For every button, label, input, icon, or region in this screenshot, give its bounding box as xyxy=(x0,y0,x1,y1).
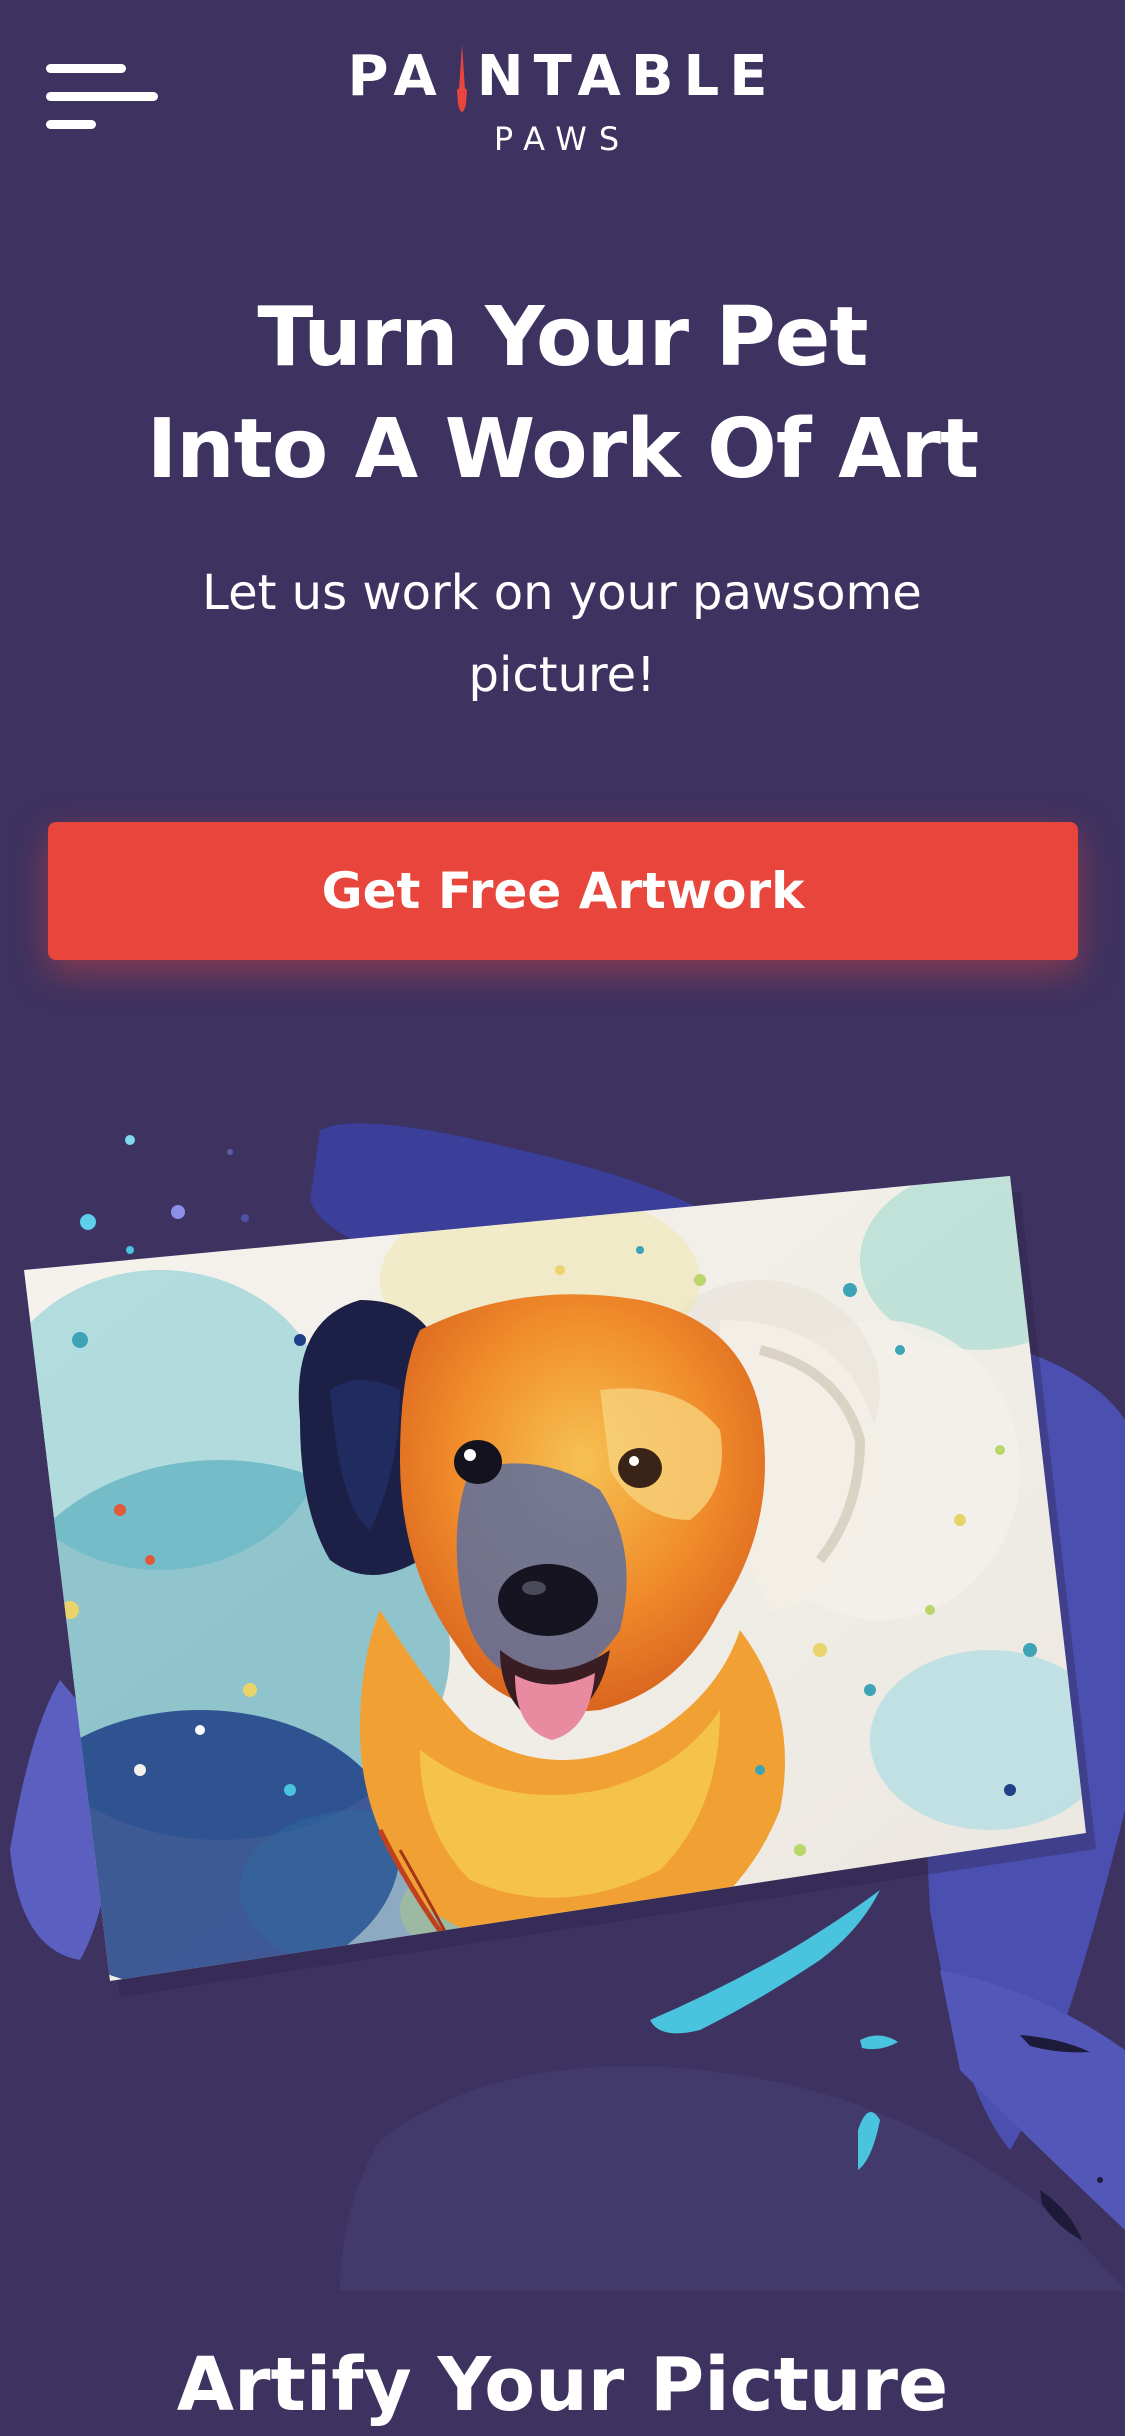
cta-label: Get Free Artwork xyxy=(321,862,805,920)
logo-wordmark: PA NTABLE xyxy=(347,44,778,112)
logo-subtext: PAWS xyxy=(493,120,632,158)
logo-text-right: NTABLE xyxy=(476,44,778,109)
hero-subtitle: Let us work on your pawsome picture! xyxy=(202,565,922,703)
hero-title-line-1: Turn Your Pet xyxy=(257,290,868,385)
header: PA NTABLE PAWS xyxy=(0,0,1125,190)
hero-title: Turn Your Pet Into A Work Of Art xyxy=(0,282,1125,506)
hero-illustration xyxy=(0,1090,1125,2290)
hero-title-line-2: Into A Work Of Art xyxy=(146,402,979,497)
watercolor-dog-artwork xyxy=(10,1123,1125,2290)
section-title: Artify Your Picture xyxy=(176,2342,949,2428)
logo-text-left: PA xyxy=(347,44,447,109)
logo[interactable]: PA NTABLE PAWS xyxy=(0,44,1125,158)
paintbrush-icon xyxy=(447,44,477,112)
paint-dots xyxy=(80,1135,249,1254)
get-free-artwork-button[interactable]: Get Free Artwork xyxy=(48,822,1078,960)
